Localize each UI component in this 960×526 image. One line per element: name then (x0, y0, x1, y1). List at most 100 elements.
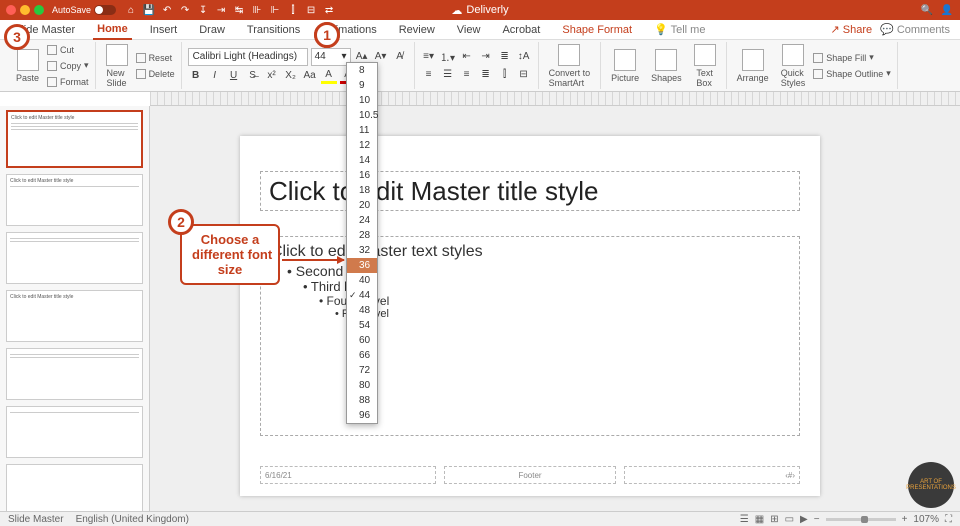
body-placeholder[interactable]: Click to edit Master text styles • Secon… (260, 236, 800, 436)
shape-fill-button[interactable]: Shape Fill ▾ (813, 51, 891, 65)
increase-indent-button[interactable]: ⇥ (478, 49, 494, 65)
font-size-option[interactable]: 60 (347, 333, 377, 348)
align-center-button[interactable]: ☰ (440, 67, 456, 83)
numbering-button[interactable]: ⒈▾ (440, 49, 456, 65)
page-number-placeholder[interactable]: ‹#› (624, 466, 800, 484)
share-button[interactable]: ↗ Share (831, 23, 873, 36)
font-size-option[interactable]: 28 (347, 228, 377, 243)
tab-draw[interactable]: Draw (195, 21, 229, 39)
layout-thumbnail[interactable] (6, 348, 143, 400)
align-right-button[interactable]: ≡ (459, 67, 475, 83)
date-placeholder[interactable]: 6/16/21 (260, 466, 436, 484)
highlight-button[interactable]: A (321, 68, 337, 84)
home-icon[interactable]: ⌂ (124, 3, 138, 17)
font-name-select[interactable]: Calibri Light (Headings) (188, 48, 308, 66)
redo-icon[interactable]: ↷ (178, 3, 192, 17)
strikethrough-button[interactable]: S̶ (245, 68, 261, 84)
picture-button[interactable]: Picture (607, 47, 643, 85)
cut-button[interactable]: Cut (47, 43, 89, 57)
qat-tool-icon[interactable]: ↧ (196, 3, 210, 17)
comments-button[interactable]: 💬 Comments (880, 23, 950, 36)
slideshow-icon[interactable]: ▶ (800, 514, 808, 525)
bullets-button[interactable]: ≡▾ (421, 49, 437, 65)
zoom-in-button[interactable]: + (902, 514, 908, 525)
shape-outline-button[interactable]: Shape Outline ▾ (813, 67, 891, 81)
align-text-button[interactable]: ⊟ (516, 67, 532, 83)
text-box-button[interactable]: Text Box (690, 42, 720, 90)
font-size-option[interactable]: 14 (347, 153, 377, 168)
font-size-option[interactable]: 80 (347, 378, 377, 393)
new-slide-button[interactable]: New Slide (102, 42, 132, 90)
footer-placeholder[interactable]: Footer (444, 466, 616, 484)
format-painter-button[interactable]: Format (47, 75, 89, 89)
convert-smartart-button[interactable]: Convert to SmartArt (545, 42, 595, 90)
zoom-percent[interactable]: 107% (913, 514, 939, 525)
minimize-window-button[interactable] (20, 5, 30, 15)
zoom-slider[interactable] (826, 518, 896, 521)
tab-review[interactable]: Review (395, 21, 439, 39)
font-size-option[interactable]: 11 (347, 123, 377, 138)
paste-button[interactable]: Paste (12, 47, 43, 85)
tab-insert[interactable]: Insert (146, 21, 182, 39)
font-size-option[interactable]: 10.5 (347, 108, 377, 123)
qat-tool-icon[interactable]: ⊪ (250, 3, 264, 17)
master-slide-thumbnail[interactable]: 2 Click to edit Master title style (6, 110, 143, 168)
font-size-option[interactable]: 8 (347, 63, 377, 78)
search-icon[interactable]: 🔍 (920, 3, 934, 17)
font-size-option[interactable]: 36 (347, 258, 377, 273)
profile-icon[interactable]: 👤 (940, 3, 954, 17)
layout-thumbnail[interactable] (6, 464, 143, 511)
notes-button-icon[interactable]: ☰ (740, 514, 749, 525)
slide-thumbnail-panel[interactable]: 2 Click to edit Master title style Click… (0, 106, 150, 511)
underline-button[interactable]: U (226, 68, 242, 84)
font-size-option[interactable]: 16 (347, 168, 377, 183)
font-size-option[interactable]: 72 (347, 363, 377, 378)
bold-button[interactable]: B (188, 68, 204, 84)
qat-tool-icon[interactable]: ⇥ (214, 3, 228, 17)
font-size-option[interactable]: 20 (347, 198, 377, 213)
font-size-option[interactable]: 96 (347, 408, 377, 423)
normal-view-icon[interactable]: ▦ (755, 514, 764, 525)
align-left-button[interactable]: ≡ (421, 67, 437, 83)
font-size-option[interactable]: 66 (347, 348, 377, 363)
title-placeholder[interactable]: Click to edit Master title style (260, 171, 800, 211)
font-size-option[interactable]: 54 (347, 318, 377, 333)
quick-styles-button[interactable]: Quick Styles (777, 42, 810, 90)
slide-canvas-area[interactable]: Click to edit Master title style Click t… (150, 106, 960, 511)
sorter-view-icon[interactable]: ⊞ (770, 514, 778, 525)
layout-thumbnail[interactable]: Click to edit Master title style (6, 290, 143, 342)
superscript-button[interactable]: X₂ (283, 68, 299, 84)
horizontal-ruler[interactable] (150, 92, 960, 106)
tell-me-search[interactable]: 💡 Tell me (650, 20, 709, 39)
font-size-option[interactable]: 10 (347, 93, 377, 108)
copy-button[interactable]: Copy ▾ (47, 59, 89, 73)
tab-transitions[interactable]: Transitions (243, 21, 304, 39)
close-window-button[interactable] (6, 5, 16, 15)
arrange-button[interactable]: Arrange (733, 47, 773, 85)
qat-tool-icon[interactable]: ↹ (232, 3, 246, 17)
font-size-option[interactable]: 40 (347, 273, 377, 288)
layout-thumbnail[interactable] (6, 232, 143, 284)
font-size-option[interactable]: 44 (347, 288, 377, 303)
change-case-button[interactable]: Aa (302, 68, 318, 84)
maximize-window-button[interactable] (34, 5, 44, 15)
font-size-option[interactable]: 12 (347, 138, 377, 153)
save-icon[interactable]: 💾 (142, 3, 156, 17)
text-direction-button[interactable]: ↕A (516, 49, 532, 65)
layout-thumbnail[interactable] (6, 406, 143, 458)
italic-button[interactable]: I (207, 68, 223, 84)
subscript-button[interactable]: x² (264, 68, 280, 84)
font-size-option[interactable]: 18 (347, 183, 377, 198)
font-size-option[interactable]: 32 (347, 243, 377, 258)
reset-button[interactable]: Reset (136, 51, 175, 65)
clear-formatting-button[interactable]: A̸ (392, 49, 408, 65)
tab-acrobat[interactable]: Acrobat (498, 21, 544, 39)
font-size-select[interactable]: 44▾ (311, 48, 351, 66)
zoom-out-button[interactable]: − (814, 514, 820, 525)
autosave-toggle[interactable]: AutoSave (52, 5, 116, 15)
layout-thumbnail[interactable]: Click to edit Master title style (6, 174, 143, 226)
columns-button[interactable]: ⫿ (497, 67, 513, 83)
tab-view[interactable]: View (453, 21, 485, 39)
justify-button[interactable]: ≣ (478, 67, 494, 83)
qat-tool-icon[interactable]: ⊩ (268, 3, 282, 17)
